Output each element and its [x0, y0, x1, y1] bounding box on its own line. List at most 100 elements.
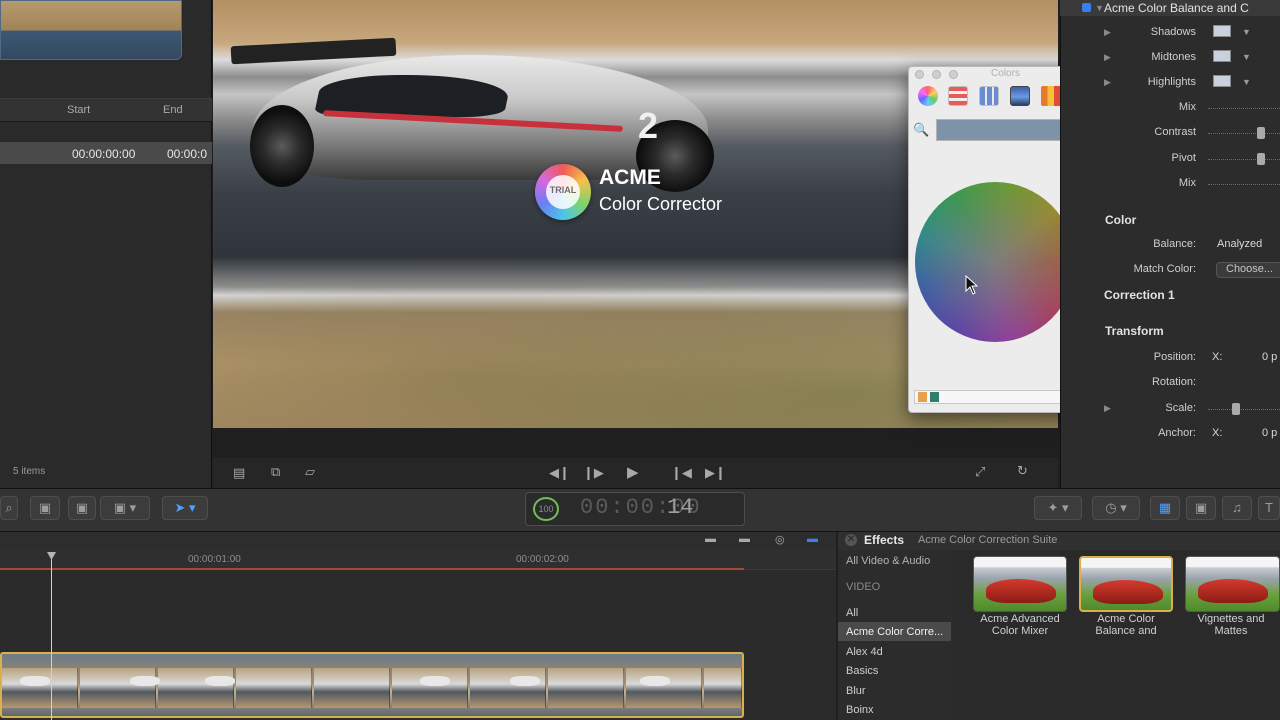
effect-label-line: Color Mixer — [991, 625, 1049, 637]
snapping-icon[interactable]: ▬ — [807, 533, 818, 545]
clip-filmstrip-frame — [548, 668, 624, 708]
effects-title: Effects — [864, 533, 905, 547]
category-item[interactable]: Alex 4d — [846, 646, 883, 658]
category-item[interactable]: All — [846, 607, 858, 619]
close-icon[interactable]: ✕ — [845, 534, 857, 546]
trim-icon[interactable]: ▱ — [305, 464, 315, 480]
effect-thumbnail[interactable] — [973, 556, 1067, 612]
ruler-label-1s: 00:00:01:00 — [188, 554, 241, 565]
loop-icon[interactable]: ↻ — [1017, 463, 1028, 479]
play-icon[interactable]: ▶ — [627, 463, 639, 481]
effect-thumbnail-car — [1198, 579, 1268, 603]
balance-value[interactable]: Analyzed — [1217, 238, 1262, 250]
transform-icon[interactable]: ⧉ — [271, 464, 280, 480]
collapse-triangle-icon[interactable]: ▼ — [1095, 3, 1104, 13]
color-sliders-tool-icon[interactable] — [948, 86, 968, 106]
playhead[interactable] — [51, 552, 52, 720]
previous-edit-icon[interactable]: ❙◀ — [671, 465, 692, 481]
append-clip-icon[interactable]: ▣ ▾ — [100, 496, 150, 520]
anchor-x-axis: X: — [1212, 427, 1223, 439]
row-start-timecode: 00:00:00:00 — [72, 147, 136, 161]
effects-subtitle: Acme Color Correction Suite — [918, 534, 1058, 546]
shadows-dropdown-icon[interactable]: ▼ — [1242, 27, 1251, 37]
contrast-slider-thumb[interactable] — [1257, 127, 1265, 139]
midtones-color-swatch[interactable] — [1213, 50, 1231, 62]
effect-thumbnail[interactable] — [1185, 556, 1280, 612]
scale-slider-thumb[interactable] — [1232, 403, 1240, 415]
mix-slider-2[interactable] — [1208, 184, 1280, 185]
audio-skimming-icon[interactable]: ▬ — [739, 533, 750, 545]
transform-section-title[interactable]: Transform — [1105, 324, 1164, 338]
category-all-video-audio[interactable]: All Video & Audio — [846, 555, 930, 567]
effect-thumbnail-car — [1093, 580, 1163, 604]
anchor-x-value[interactable]: 0 p — [1262, 427, 1277, 439]
midtones-dropdown-icon[interactable]: ▼ — [1242, 52, 1251, 62]
saved-swatch-orange[interactable] — [918, 392, 927, 402]
music-browser-icon[interactable]: ♫ — [1222, 496, 1252, 520]
category-item[interactable]: Boinx — [846, 704, 874, 716]
color-section-title[interactable]: Color — [1105, 213, 1136, 227]
highlights-label: Highlights — [1147, 76, 1196, 88]
effect-label[interactable]: Acme Color Balance and — [1076, 613, 1176, 637]
effect-label-line: Balance and — [1095, 625, 1157, 637]
match-color-label: Match Color: — [1133, 263, 1196, 275]
color-wheel-tool-icon[interactable] — [918, 86, 938, 106]
column-end[interactable]: End — [163, 104, 183, 116]
titles-browser-icon[interactable]: T — [1258, 496, 1280, 520]
viewer-layout-icon[interactable]: ▤ — [233, 465, 245, 481]
select-tool-icon[interactable]: ➤ ▾ — [162, 496, 208, 520]
mix-label: Mix — [1178, 101, 1196, 113]
photo-browser-icon[interactable]: ▣ — [1186, 496, 1216, 520]
frame-forward-icon[interactable]: ❙▶ — [583, 465, 604, 481]
clip-appearance-icon[interactable]: ▬ — [705, 533, 716, 545]
effects-header — [838, 532, 1280, 550]
category-item[interactable]: Blur — [846, 685, 866, 697]
saved-swatch-teal[interactable] — [930, 392, 939, 402]
clip-thumbnail[interactable] — [0, 0, 182, 60]
effect-label[interactable]: Vignettes and Mattes — [1182, 613, 1280, 637]
car-wing — [230, 37, 397, 65]
enhance-wand-icon[interactable]: ✦ ▾ — [1034, 496, 1082, 520]
magnifier-icon[interactable]: 🔍 — [913, 122, 929, 138]
effect-label-line: Acme Color — [1097, 613, 1155, 625]
category-item-selected[interactable]: Acme Color Corre... — [846, 626, 943, 638]
clip-car-thumb — [20, 676, 50, 686]
fullscreen-icon[interactable]: ⤢ — [975, 464, 985, 480]
effect-enable-checkbox[interactable] — [1082, 3, 1091, 12]
position-x-value[interactable]: 0 p — [1262, 351, 1277, 363]
highlights-dropdown-icon[interactable]: ▼ — [1242, 77, 1251, 87]
solo-icon[interactable]: ◎ — [775, 533, 785, 546]
effect-label-line: Vignettes and — [1197, 613, 1265, 625]
next-edit-icon[interactable]: ▶❙ — [705, 465, 726, 481]
pivot-slider[interactable] — [1208, 159, 1280, 160]
search-icon[interactable]: ⌕ — [0, 496, 18, 520]
balance-label: Balance: — [1153, 238, 1196, 250]
highlights-color-swatch[interactable] — [1213, 75, 1231, 87]
effect-label[interactable]: Acme Advanced Color Mixer — [970, 613, 1070, 637]
column-start[interactable]: Start — [67, 104, 90, 116]
connect-clip-icon[interactable]: ▣ — [30, 496, 60, 520]
effect-thumbnail-selected[interactable] — [1079, 556, 1173, 612]
rewind-icon[interactable]: ◀❙ — [549, 465, 570, 481]
effects-browser-icon[interactable]: ▦ — [1150, 496, 1180, 520]
clip-filmstrip-frame — [626, 668, 702, 708]
category-item[interactable]: Basics — [846, 665, 878, 677]
color-wheel[interactable] — [915, 182, 1075, 342]
color-palettes-tool-icon[interactable] — [979, 86, 999, 106]
shadows-color-swatch[interactable] — [1213, 25, 1231, 37]
scale-slider[interactable] — [1208, 409, 1280, 410]
retime-icon[interactable]: ◷ ▾ — [1092, 496, 1140, 520]
pivot-slider-thumb[interactable] — [1257, 153, 1265, 165]
items-count: 5 items — [13, 466, 46, 477]
image-palettes-tool-icon[interactable] — [1010, 86, 1030, 106]
timeline-ruler[interactable] — [0, 550, 836, 570]
pivot-label: Pivot — [1171, 152, 1196, 164]
correction-section-title[interactable]: Correction 1 — [1104, 288, 1175, 302]
choose-button[interactable]: Choose... — [1216, 262, 1280, 278]
midtones-label: Midtones — [1151, 51, 1196, 63]
mix-slider[interactable] — [1208, 108, 1280, 109]
pencils-tool-icon[interactable] — [1041, 86, 1061, 106]
insert-clip-icon[interactable]: ▣ — [68, 496, 96, 520]
contrast-slider[interactable] — [1208, 133, 1280, 134]
clip-car-thumb — [130, 676, 160, 686]
